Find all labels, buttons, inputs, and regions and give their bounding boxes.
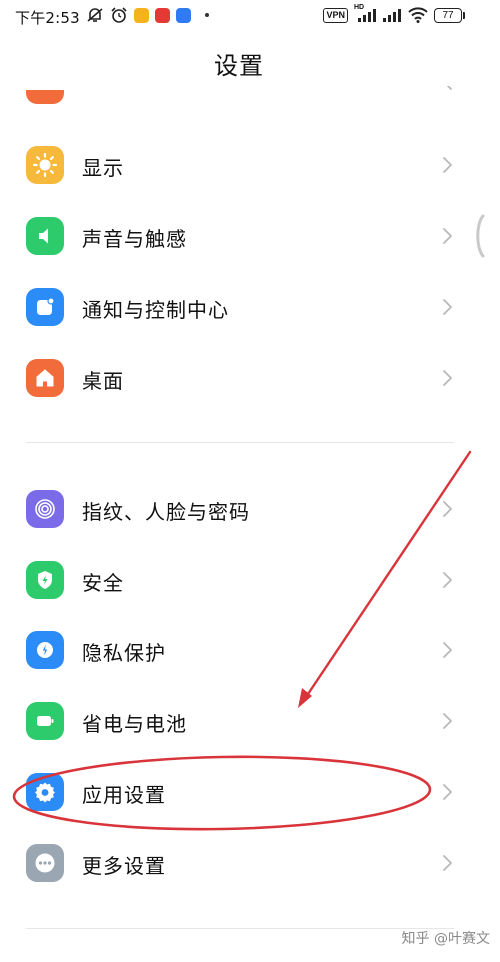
status-time: 下午2:53 [15,9,80,27]
settings-item-sound[interactable]: 声音与触感 [0,217,478,277]
settings-item-label: 隐私保护 [82,641,166,665]
settings-item-notifications[interactable]: 通知与控制中心 [0,288,478,348]
home-icon [26,359,64,397]
chevron-right-icon [443,501,452,517]
settings-item-home-screen[interactable]: 桌面 [0,359,478,419]
settings-item-label: 安全 [82,571,124,595]
page-title: 设置 [214,52,264,80]
status-right-icons: VPN HD 77 [323,4,465,24]
app-notification-icon [176,7,191,23]
chevron-right-icon [446,86,452,90]
chevron-right-icon [443,572,452,588]
wifi-icon [408,6,428,24]
section-divider [26,442,454,443]
settings-item-label: 桌面 [82,369,124,393]
status-left-icons [86,6,209,24]
more-notifications-dot [205,13,209,17]
alarm-icon [110,6,128,24]
brightness-icon [26,146,64,184]
section-divider [26,928,454,929]
battery-icon: 77 [434,7,465,23]
chevron-right-icon [443,855,452,871]
settings-item-app-settings[interactable]: 应用设置 [0,773,478,833]
privacy-icon [26,631,64,669]
edge-scroll-handle[interactable] [472,214,486,258]
chevron-right-icon [443,370,452,386]
settings-item-battery[interactable]: 省电与电池 [0,702,478,762]
watermark: 知乎 @叶赛文 [401,931,490,947]
settings-item-label: 省电与电池 [82,712,187,736]
app-notification-icon [155,7,170,23]
chevron-right-icon [443,784,452,800]
settings-item-more-settings[interactable]: 更多设置 [0,844,478,904]
settings-item-biometrics[interactable]: 指纹、人脸与密码 [0,490,478,550]
settings-item-display[interactable]: 显示 [0,146,478,206]
more-icon [26,844,64,882]
chevron-right-icon [443,157,452,173]
speaker-icon [26,217,64,255]
settings-item-label: 指纹、人脸与密码 [82,500,250,524]
chevron-right-icon [443,713,452,729]
chevron-right-icon [443,642,452,658]
mute-icon [86,6,104,24]
settings-item-privacy[interactable]: 隐私保护 [0,631,478,691]
hd-label: HD [354,4,365,11]
settings-item-label: 更多设置 [82,854,166,878]
chevron-right-icon [443,228,452,244]
signal-icon: HD [354,4,376,24]
signal-icon [382,6,402,24]
fingerprint-icon [26,490,64,528]
gear-icon [26,773,64,811]
chevron-right-icon [443,299,452,315]
settings-item-label: 应用设置 [82,783,166,807]
status-bar: 下午2:53 VPN HD 77 [0,0,500,34]
settings-item-label: 声音与触感 [82,227,187,251]
settings-item-security[interactable]: 安全 [0,561,478,621]
settings-item-label: 显示 [82,156,124,180]
shield-icon [26,561,64,599]
app-notification-icon [134,7,149,23]
battery-saver-icon [26,702,64,740]
vpn-icon: VPN [323,7,348,23]
settings-item-label: 通知与控制中心 [82,298,229,322]
notification-icon [26,288,64,326]
